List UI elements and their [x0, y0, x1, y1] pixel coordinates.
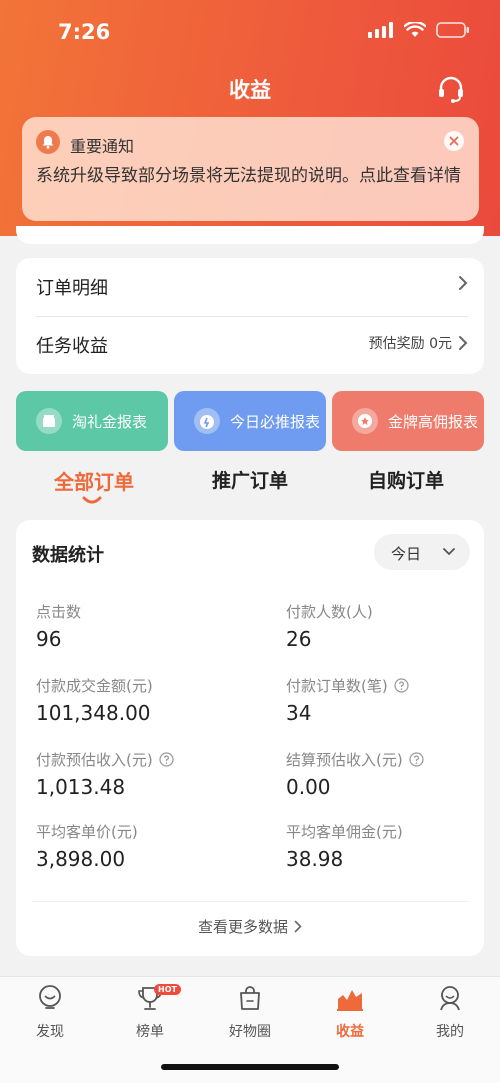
metric-value: 26 [286, 627, 312, 651]
signal-icon [368, 22, 393, 38]
metric-avg-order-price: 平均客单价(元) 3,898.00 [36, 821, 236, 872]
battery-icon [436, 22, 469, 38]
card-peek [16, 226, 484, 244]
stats-card: 数据统计 今日 点击数 96 付款人数(人) 26 付款成交金额(元) 101,… [16, 520, 484, 956]
metric-value: 3,898.00 [36, 847, 126, 871]
tab-all-orders[interactable]: 全部订单 [14, 466, 174, 495]
profile-icon [440, 986, 460, 1011]
report-label: 今日必推报表 [230, 413, 321, 431]
order-detail-label: 订单明细 [36, 278, 108, 299]
gift-icon [36, 408, 62, 434]
metric-estimated-income: 付款预估收入(元) 1,013.48 [36, 749, 236, 799]
tabbar-item-ranking[interactable]: HOT 榜单 [110, 983, 190, 1041]
metric-value: 96 [36, 627, 62, 651]
notice-title: 重要通知 [70, 137, 135, 156]
task-reward-text: 预估奖励 0元 [368, 336, 452, 352]
report-label: 淘礼金报表 [72, 413, 148, 431]
tab-promotion-orders[interactable]: 推广订单 [170, 466, 330, 493]
daily-push-report-button[interactable]: 今日必推报表 [174, 391, 326, 451]
metric-value: 38.98 [286, 847, 344, 871]
help-icon[interactable] [409, 751, 424, 767]
metric-label: 付款订单数(笔) [286, 676, 388, 695]
bell-icon [36, 130, 60, 154]
metric-value: 34 [286, 701, 312, 725]
report-label: 金牌高佣报表 [388, 413, 479, 431]
hot-badge: HOT [154, 984, 181, 995]
home-indicator [161, 1064, 339, 1070]
tab-indicator [82, 496, 102, 504]
tabbar-label: 收益 [336, 1024, 364, 1040]
tabbar-label: 好物圈 [229, 1024, 271, 1040]
view-more-label: 查看更多数据 [197, 918, 288, 936]
date-filter-select[interactable]: 今日 [374, 534, 470, 570]
date-filter-value: 今日 [391, 545, 422, 563]
metric-clicks: 点击数 96 [36, 601, 236, 652]
tabbar-item-discover[interactable]: 发现 [10, 983, 90, 1041]
metric-value: 101,348.00 [36, 701, 151, 725]
metric-value: 1,013.48 [36, 775, 126, 799]
task-income-row[interactable]: 任务收益 预估奖励 0元 [36, 316, 468, 374]
customer-service-icon[interactable] [436, 74, 466, 104]
status-bar: 7:26 [0, 0, 500, 64]
tabbar-label: 发现 [36, 1024, 64, 1040]
task-income-label: 任务收益 [36, 336, 108, 357]
metric-label: 付款预估收入(元) [36, 750, 153, 769]
metric-value: 0.00 [286, 775, 331, 799]
order-detail-row[interactable]: 订单明细 [36, 258, 468, 316]
bag-icon [240, 986, 260, 1010]
help-icon[interactable] [394, 677, 409, 693]
order-detail-right [458, 275, 468, 291]
gold-commission-report-button[interactable]: 金牌高佣报表 [332, 391, 484, 451]
taolijin-report-button[interactable]: 淘礼金报表 [16, 391, 168, 451]
tab-self-purchase-orders[interactable]: 自购订单 [326, 466, 486, 493]
metric-settled-income: 结算预估收入(元) 0.00 [286, 749, 486, 799]
help-icon[interactable] [159, 751, 174, 767]
medal-icon [352, 408, 378, 434]
metric-label: 点击数 [36, 602, 82, 621]
notice-text: 系统升级导致部分场景将无法提现的说明。点此查看详情 [36, 166, 461, 186]
tabbar-item-income[interactable]: 收益 [310, 983, 390, 1041]
divider [32, 901, 468, 902]
close-icon[interactable] [443, 130, 465, 152]
tabbar-item-goods-circle[interactable]: 好物圈 [210, 983, 290, 1041]
alarm-clock-icon [194, 408, 220, 434]
discover-icon [39, 985, 61, 1009]
tabbar-label: 我的 [436, 1024, 464, 1040]
status-icons [368, 22, 470, 38]
metric-paying-users: 付款人数(人) 26 [286, 601, 486, 652]
menu-card: 订单明细 任务收益 预估奖励 0元 [16, 258, 484, 374]
notice-banner[interactable]: 重要通知 系统升级导致部分场景将无法提现的说明。点此查看详情 [22, 117, 479, 221]
chevron-down-icon [443, 548, 455, 556]
metric-label: 平均客单价(元) [36, 822, 138, 841]
metric-avg-commission: 平均客单佣金(元) 38.98 [286, 821, 486, 872]
chevron-right-icon [459, 336, 468, 350]
tabbar-label: 榜单 [136, 1024, 164, 1040]
view-more-data-link[interactable]: 查看更多数据 [16, 916, 484, 937]
metric-paid-orders: 付款订单数(笔) 34 [286, 675, 486, 725]
metric-paid-amount: 付款成交金额(元) 101,348.00 [36, 675, 236, 726]
chevron-right-icon [459, 276, 468, 290]
task-income-right: 预估奖励 0元 [369, 333, 468, 353]
chevron-right-icon [294, 920, 302, 933]
metric-label: 付款成交金额(元) [36, 676, 153, 695]
income-chart-icon [337, 990, 363, 1011]
metric-label: 结算预估收入(元) [286, 750, 403, 769]
page-title: 收益 [229, 78, 271, 102]
wifi-icon [404, 22, 426, 37]
stats-title: 数据统计 [32, 545, 104, 566]
metric-label: 平均客单佣金(元) [286, 822, 403, 841]
tabbar-item-mine[interactable]: 我的 [410, 983, 490, 1041]
status-time: 7:26 [58, 20, 111, 44]
metric-label: 付款人数(人) [286, 602, 373, 621]
